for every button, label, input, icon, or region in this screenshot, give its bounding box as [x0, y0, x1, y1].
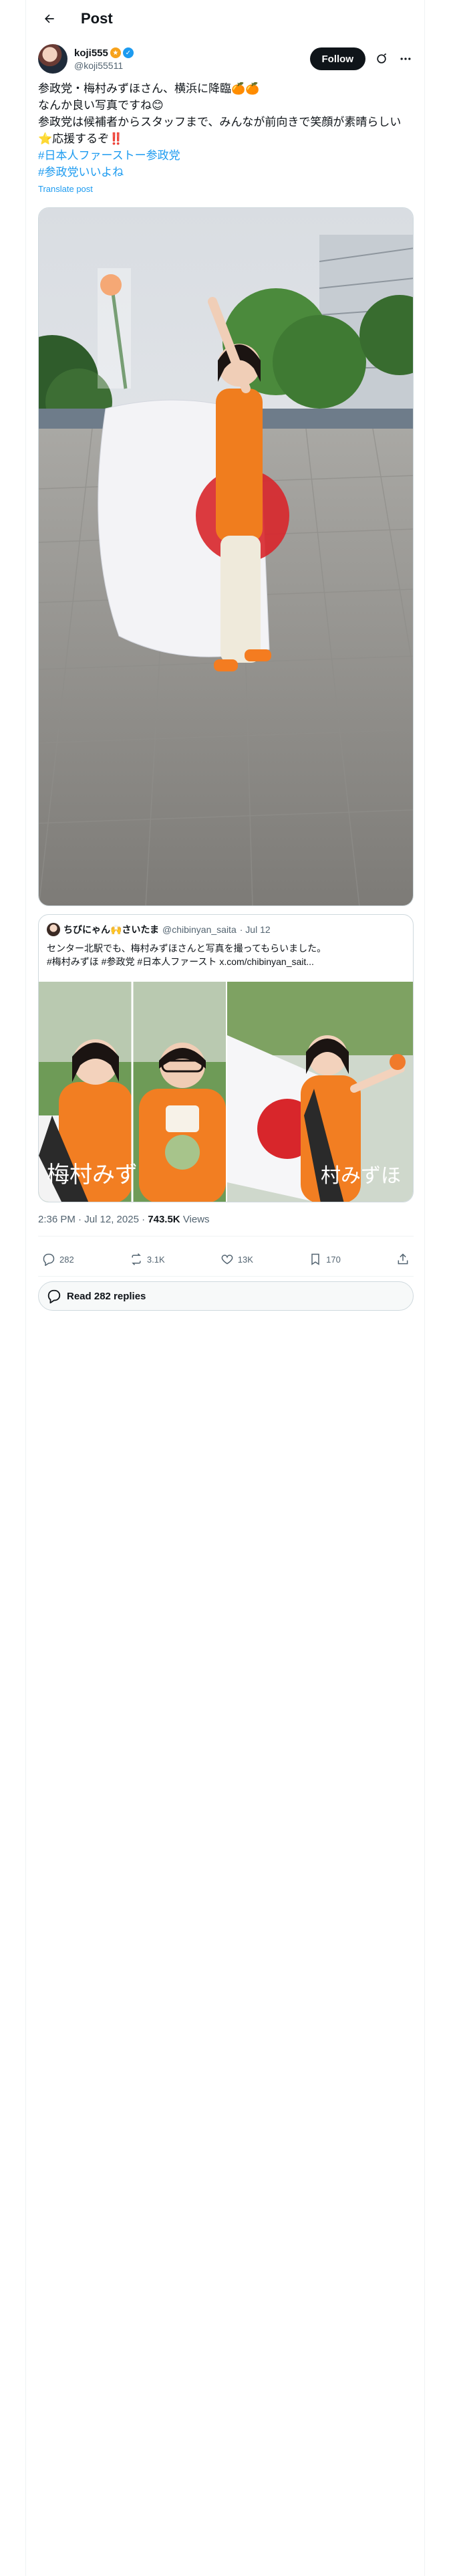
bookmark-icon — [311, 1253, 319, 1265]
more-options-icon[interactable] — [398, 51, 414, 67]
back-arrow-icon[interactable] — [38, 7, 61, 30]
repost-button[interactable]: 3.1K — [130, 1253, 165, 1266]
post-line: ⭐応援するぞ‼️ — [38, 132, 124, 145]
reply-button[interactable]: 282 — [42, 1253, 74, 1266]
read-replies-button[interactable]: Read 282 replies — [38, 1281, 414, 1311]
post-time[interactable]: 2:36 PM · Jul 12, 2025 · — [38, 1214, 145, 1225]
action-bar: 282 3.1K 13K 170 — [38, 1243, 414, 1276]
share-button[interactable] — [396, 1253, 410, 1266]
reply-bubble-icon — [47, 1289, 61, 1303]
divider — [38, 1236, 414, 1237]
quoted-avatar — [47, 923, 60, 936]
quoted-line: #梅村みずほ #参政党 #日本人ファースト x.com/chibinyan_sa… — [47, 956, 314, 967]
avatar[interactable] — [38, 44, 67, 74]
post-line: 参政党・梅村みずほさん、横浜に降臨🍊🍊 — [38, 82, 260, 95]
poster-text-right: 村みずほ — [321, 1164, 401, 1188]
bookmark-button[interactable]: 170 — [309, 1253, 341, 1266]
author-names: koji555 ★ ✓ @koji55511 — [74, 47, 134, 71]
photo-woman-with-flag — [39, 208, 413, 905]
hashtag-link[interactable]: #日本人ファーストー参政党 — [38, 147, 414, 164]
top-bar: Post — [26, 0, 426, 37]
quoted-media: 梅村みずほ 村みずほ — [39, 982, 413, 1202]
grok-icon[interactable] — [373, 51, 390, 67]
reply-count: 282 — [59, 1254, 74, 1265]
post-text: 参政党・梅村みずほさん、横浜に降臨🍊🍊 なんか良い写真ですね😊 参政党は候補者か… — [38, 80, 414, 181]
quoted-line: センター北駅でも、梅村みずほさんと写真を撮ってもらいました。 — [47, 943, 327, 954]
post-line: 参政党は候補者からスタッフまで、みんなが前向きで笑顔が素晴らしい — [38, 116, 402, 128]
views-label: Views — [182, 1214, 210, 1225]
quoted-photo-right: 村みずほ — [227, 982, 413, 1202]
quoted-photo-left: 梅村みずほ — [39, 982, 226, 1202]
like-button[interactable]: 13K — [220, 1253, 253, 1266]
author-actions: Follow — [309, 47, 414, 70]
quoted-author-name: ちびにゃん🙌さいたま — [63, 924, 160, 935]
quoted-post-header: ちびにゃん🙌さいたま @chibinyan_saita · Jul 12 — [47, 923, 271, 936]
reply-icon — [43, 1253, 55, 1266]
quoted-date: · Jul 12 — [239, 924, 271, 935]
quoted-author-handle: @chibinyan_saita — [162, 924, 237, 935]
hashtag-link[interactable]: #参政党いいよね — [38, 164, 414, 181]
repost-icon — [132, 1253, 141, 1265]
post-photo[interactable] — [38, 207, 414, 906]
divider — [38, 1276, 414, 1277]
views-count: 743.5K — [148, 1214, 180, 1225]
read-replies-label: Read 282 replies — [67, 1290, 146, 1302]
repost-count: 3.1K — [146, 1254, 165, 1265]
main-column: Post koji555 ★ ✓ @koji55511 Follow 参政党・梅… — [25, 0, 425, 2576]
quoted-text: センター北駅でも、梅村みずほさんと写真を撮ってもらいました。 #梅村みずほ #参… — [47, 942, 406, 968]
quoted-post[interactable]: ちびにゃん🙌さいたま @chibinyan_saita · Jul 12 センタ… — [38, 914, 414, 1202]
post-line: なんか良い写真ですね😊 — [38, 99, 164, 112]
page-title: Post — [81, 10, 113, 27]
share-icon — [398, 1253, 408, 1265]
heart-icon — [221, 1255, 233, 1265]
translate-link[interactable]: Translate post — [38, 184, 93, 194]
follow-button[interactable]: Follow — [309, 47, 365, 70]
author-name[interactable]: koji555 — [74, 47, 108, 59]
like-count: 13K — [237, 1254, 253, 1265]
author-row: koji555 ★ ✓ @koji55511 Follow — [38, 43, 414, 75]
orange-badge-icon: ★ — [110, 47, 121, 58]
post-timestamp: 2:36 PM · Jul 12, 2025 · 743.5K Views — [38, 1214, 210, 1225]
bookmark-count: 170 — [326, 1254, 341, 1265]
author-handle[interactable]: @koji55511 — [74, 60, 134, 71]
verified-icon: ✓ — [122, 47, 134, 58]
